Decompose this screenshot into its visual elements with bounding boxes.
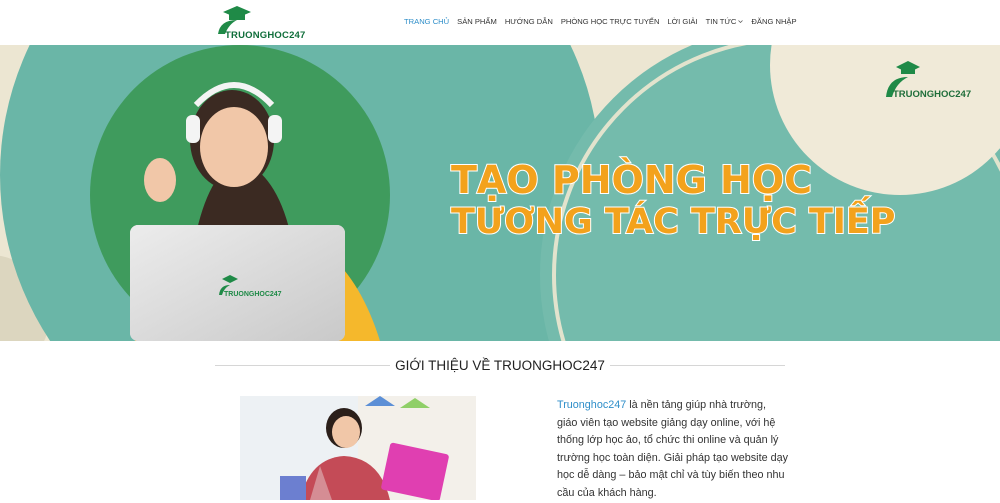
hero-headline-line1: TẠO PHÒNG HỌC xyxy=(451,158,812,202)
hero-artwork: TRUONGHOC247 TẠO PHÒNG HỌC TƯƠNG TÁC TRỰ… xyxy=(0,45,1000,341)
laptop-logo-text: TRUONGHOC247 xyxy=(224,291,282,298)
nav-item-news-label: TIN TỨC xyxy=(705,17,737,26)
site-logo[interactable]: TRUONGHOC247 xyxy=(215,4,305,42)
intro-photo xyxy=(240,396,476,500)
intro-description: Truonghoc247 là nền tảng giúp nhà trường… xyxy=(557,397,789,503)
nav-item-news[interactable]: TIN TỨC xyxy=(706,17,744,26)
nav-item-online-classroom[interactable]: PHÒNG HỌC TRỰC TUYẾN xyxy=(561,17,660,26)
intro-text: là nền tảng giúp nhà trường, giáo viên t… xyxy=(557,399,788,499)
section-heading: GIỚI THIỆU VỀ TRUONGHOC247 xyxy=(215,352,785,380)
nav-item-guide[interactable]: HƯỚNG DẪN xyxy=(505,17,553,26)
student-photo xyxy=(240,396,476,500)
hero-banner[interactable]: TRUONGHOC247 TẠO PHÒNG HỌC TƯƠNG TÁC TRỰ… xyxy=(0,45,1000,341)
chevron-down-icon xyxy=(738,20,744,24)
hero-headline-line2: TƯƠNG TÁC TRỰC TIẾP xyxy=(451,195,895,242)
logo-text: TRUONGHOC247 xyxy=(225,30,306,41)
nav-item-products[interactable]: SẢN PHẨM xyxy=(457,17,497,26)
hero-brand-text: TRUONGHOC247 xyxy=(893,89,971,100)
nav-item-solutions[interactable]: LỜI GIẢI xyxy=(667,17,697,26)
main-nav: TRANG CHỦ SẢN PHẨM HƯỚNG DẪN PHÒNG HỌC T… xyxy=(404,17,805,26)
nav-item-home[interactable]: TRANG CHỦ xyxy=(404,17,449,26)
nav-item-login[interactable]: ĐĂNG NHẬP xyxy=(751,17,796,26)
brand-link[interactable]: Truonghoc247 xyxy=(557,399,626,411)
section-title: GIỚI THIỆU VỀ TRUONGHOC247 xyxy=(395,358,605,373)
site-header: TRUONGHOC247 TRANG CHỦ SẢN PHẨM HƯỚNG DẪ… xyxy=(0,0,1000,45)
